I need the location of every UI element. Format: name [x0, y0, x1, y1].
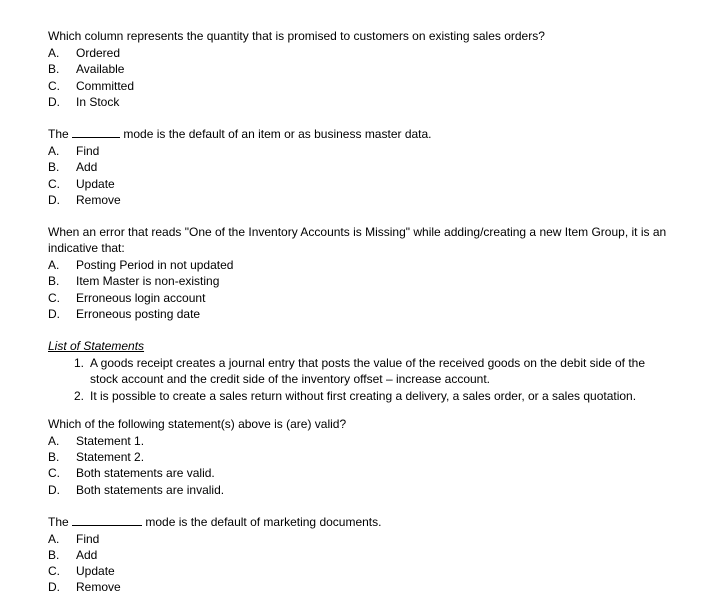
- option-text: Both statements are valid.: [76, 465, 672, 481]
- question-2-text: The mode is the default of an item or as…: [48, 126, 672, 142]
- option-letter: C.: [48, 563, 76, 579]
- question-5-text: The mode is the default of marketing doc…: [48, 514, 672, 530]
- q1-option-a: A. Ordered: [48, 45, 672, 61]
- q2-option-d: D. Remove: [48, 192, 672, 208]
- q1-option-c: C. Committed: [48, 78, 672, 94]
- list-item-2: 2. It is possible to create a sales retu…: [48, 388, 672, 404]
- option-letter: A.: [48, 531, 76, 547]
- option-letter: B.: [48, 273, 76, 289]
- q4-option-c: C. Both statements are valid.: [48, 465, 672, 481]
- question-4-text: Which of the following statement(s) abov…: [48, 416, 672, 432]
- q2-pre: The: [48, 127, 72, 141]
- question-3-text: When an error that reads "One of the Inv…: [48, 224, 672, 256]
- option-letter: A.: [48, 433, 76, 449]
- q3-option-d: D. Erroneous posting date: [48, 306, 672, 322]
- option-letter: B.: [48, 449, 76, 465]
- fill-blank: [72, 515, 142, 526]
- option-text: Find: [76, 143, 672, 159]
- option-letter: C.: [48, 290, 76, 306]
- list-item-1: 1. A goods receipt creates a journal ent…: [48, 355, 672, 387]
- option-text: Statement 1.: [76, 433, 672, 449]
- fill-blank: [72, 127, 120, 138]
- option-letter: B.: [48, 61, 76, 77]
- option-text: Available: [76, 61, 672, 77]
- option-letter: D.: [48, 579, 76, 595]
- option-letter: D.: [48, 306, 76, 322]
- q3-option-a: A. Posting Period in not updated: [48, 257, 672, 273]
- option-text: Update: [76, 563, 672, 579]
- q2-post: mode is the default of an item or as bus…: [120, 127, 432, 141]
- q2-option-b: B. Add: [48, 159, 672, 175]
- option-text: Update: [76, 176, 672, 192]
- q1-option-b: B. Available: [48, 61, 672, 77]
- question-1-text: Which column represents the quantity tha…: [48, 28, 672, 44]
- list-text: It is possible to create a sales return …: [90, 388, 672, 404]
- option-letter: B.: [48, 547, 76, 563]
- option-letter: A.: [48, 257, 76, 273]
- q4-option-a: A. Statement 1.: [48, 433, 672, 449]
- q3-option-b: B. Item Master is non-existing: [48, 273, 672, 289]
- list-number: 2.: [68, 388, 90, 404]
- q5-option-c: C. Update: [48, 563, 672, 579]
- option-text: Erroneous login account: [76, 290, 672, 306]
- option-letter: D.: [48, 482, 76, 498]
- list-text: A goods receipt creates a journal entry …: [90, 355, 672, 387]
- option-text: Statement 2.: [76, 449, 672, 465]
- q1-option-d: D. In Stock: [48, 94, 672, 110]
- option-letter: C.: [48, 78, 76, 94]
- option-text: Remove: [76, 579, 672, 595]
- option-letter: A.: [48, 143, 76, 159]
- option-letter: D.: [48, 94, 76, 110]
- q4-option-d: D. Both statements are invalid.: [48, 482, 672, 498]
- q5-post: mode is the default of marketing documen…: [142, 515, 381, 529]
- option-text: Committed: [76, 78, 672, 94]
- option-text: Ordered: [76, 45, 672, 61]
- list-header: List of Statements: [48, 338, 672, 354]
- option-letter: A.: [48, 45, 76, 61]
- option-letter: D.: [48, 192, 76, 208]
- option-text: In Stock: [76, 94, 672, 110]
- q5-option-b: B. Add: [48, 547, 672, 563]
- option-text: Posting Period in not updated: [76, 257, 672, 273]
- option-text: Item Master is non-existing: [76, 273, 672, 289]
- option-text: Add: [76, 159, 672, 175]
- q2-option-c: C. Update: [48, 176, 672, 192]
- option-text: Find: [76, 531, 672, 547]
- option-letter: B.: [48, 159, 76, 175]
- question-3: When an error that reads "One of the Inv…: [48, 224, 672, 322]
- list-of-statements: List of Statements 1. A goods receipt cr…: [48, 338, 672, 404]
- q2-option-a: A. Find: [48, 143, 672, 159]
- question-5: The mode is the default of marketing doc…: [48, 514, 672, 596]
- option-text: Add: [76, 547, 672, 563]
- option-text: Remove: [76, 192, 672, 208]
- q5-pre: The: [48, 515, 72, 529]
- list-number: 1.: [68, 355, 90, 387]
- question-2: The mode is the default of an item or as…: [48, 126, 672, 208]
- q5-option-d: D. Remove: [48, 579, 672, 595]
- option-letter: C.: [48, 176, 76, 192]
- question-1: Which column represents the quantity tha…: [48, 28, 672, 110]
- q5-option-a: A. Find: [48, 531, 672, 547]
- option-letter: C.: [48, 465, 76, 481]
- option-text: Erroneous posting date: [76, 306, 672, 322]
- q4-option-b: B. Statement 2.: [48, 449, 672, 465]
- option-text: Both statements are invalid.: [76, 482, 672, 498]
- question-4: Which of the following statement(s) abov…: [48, 416, 672, 498]
- q3-option-c: C. Erroneous login account: [48, 290, 672, 306]
